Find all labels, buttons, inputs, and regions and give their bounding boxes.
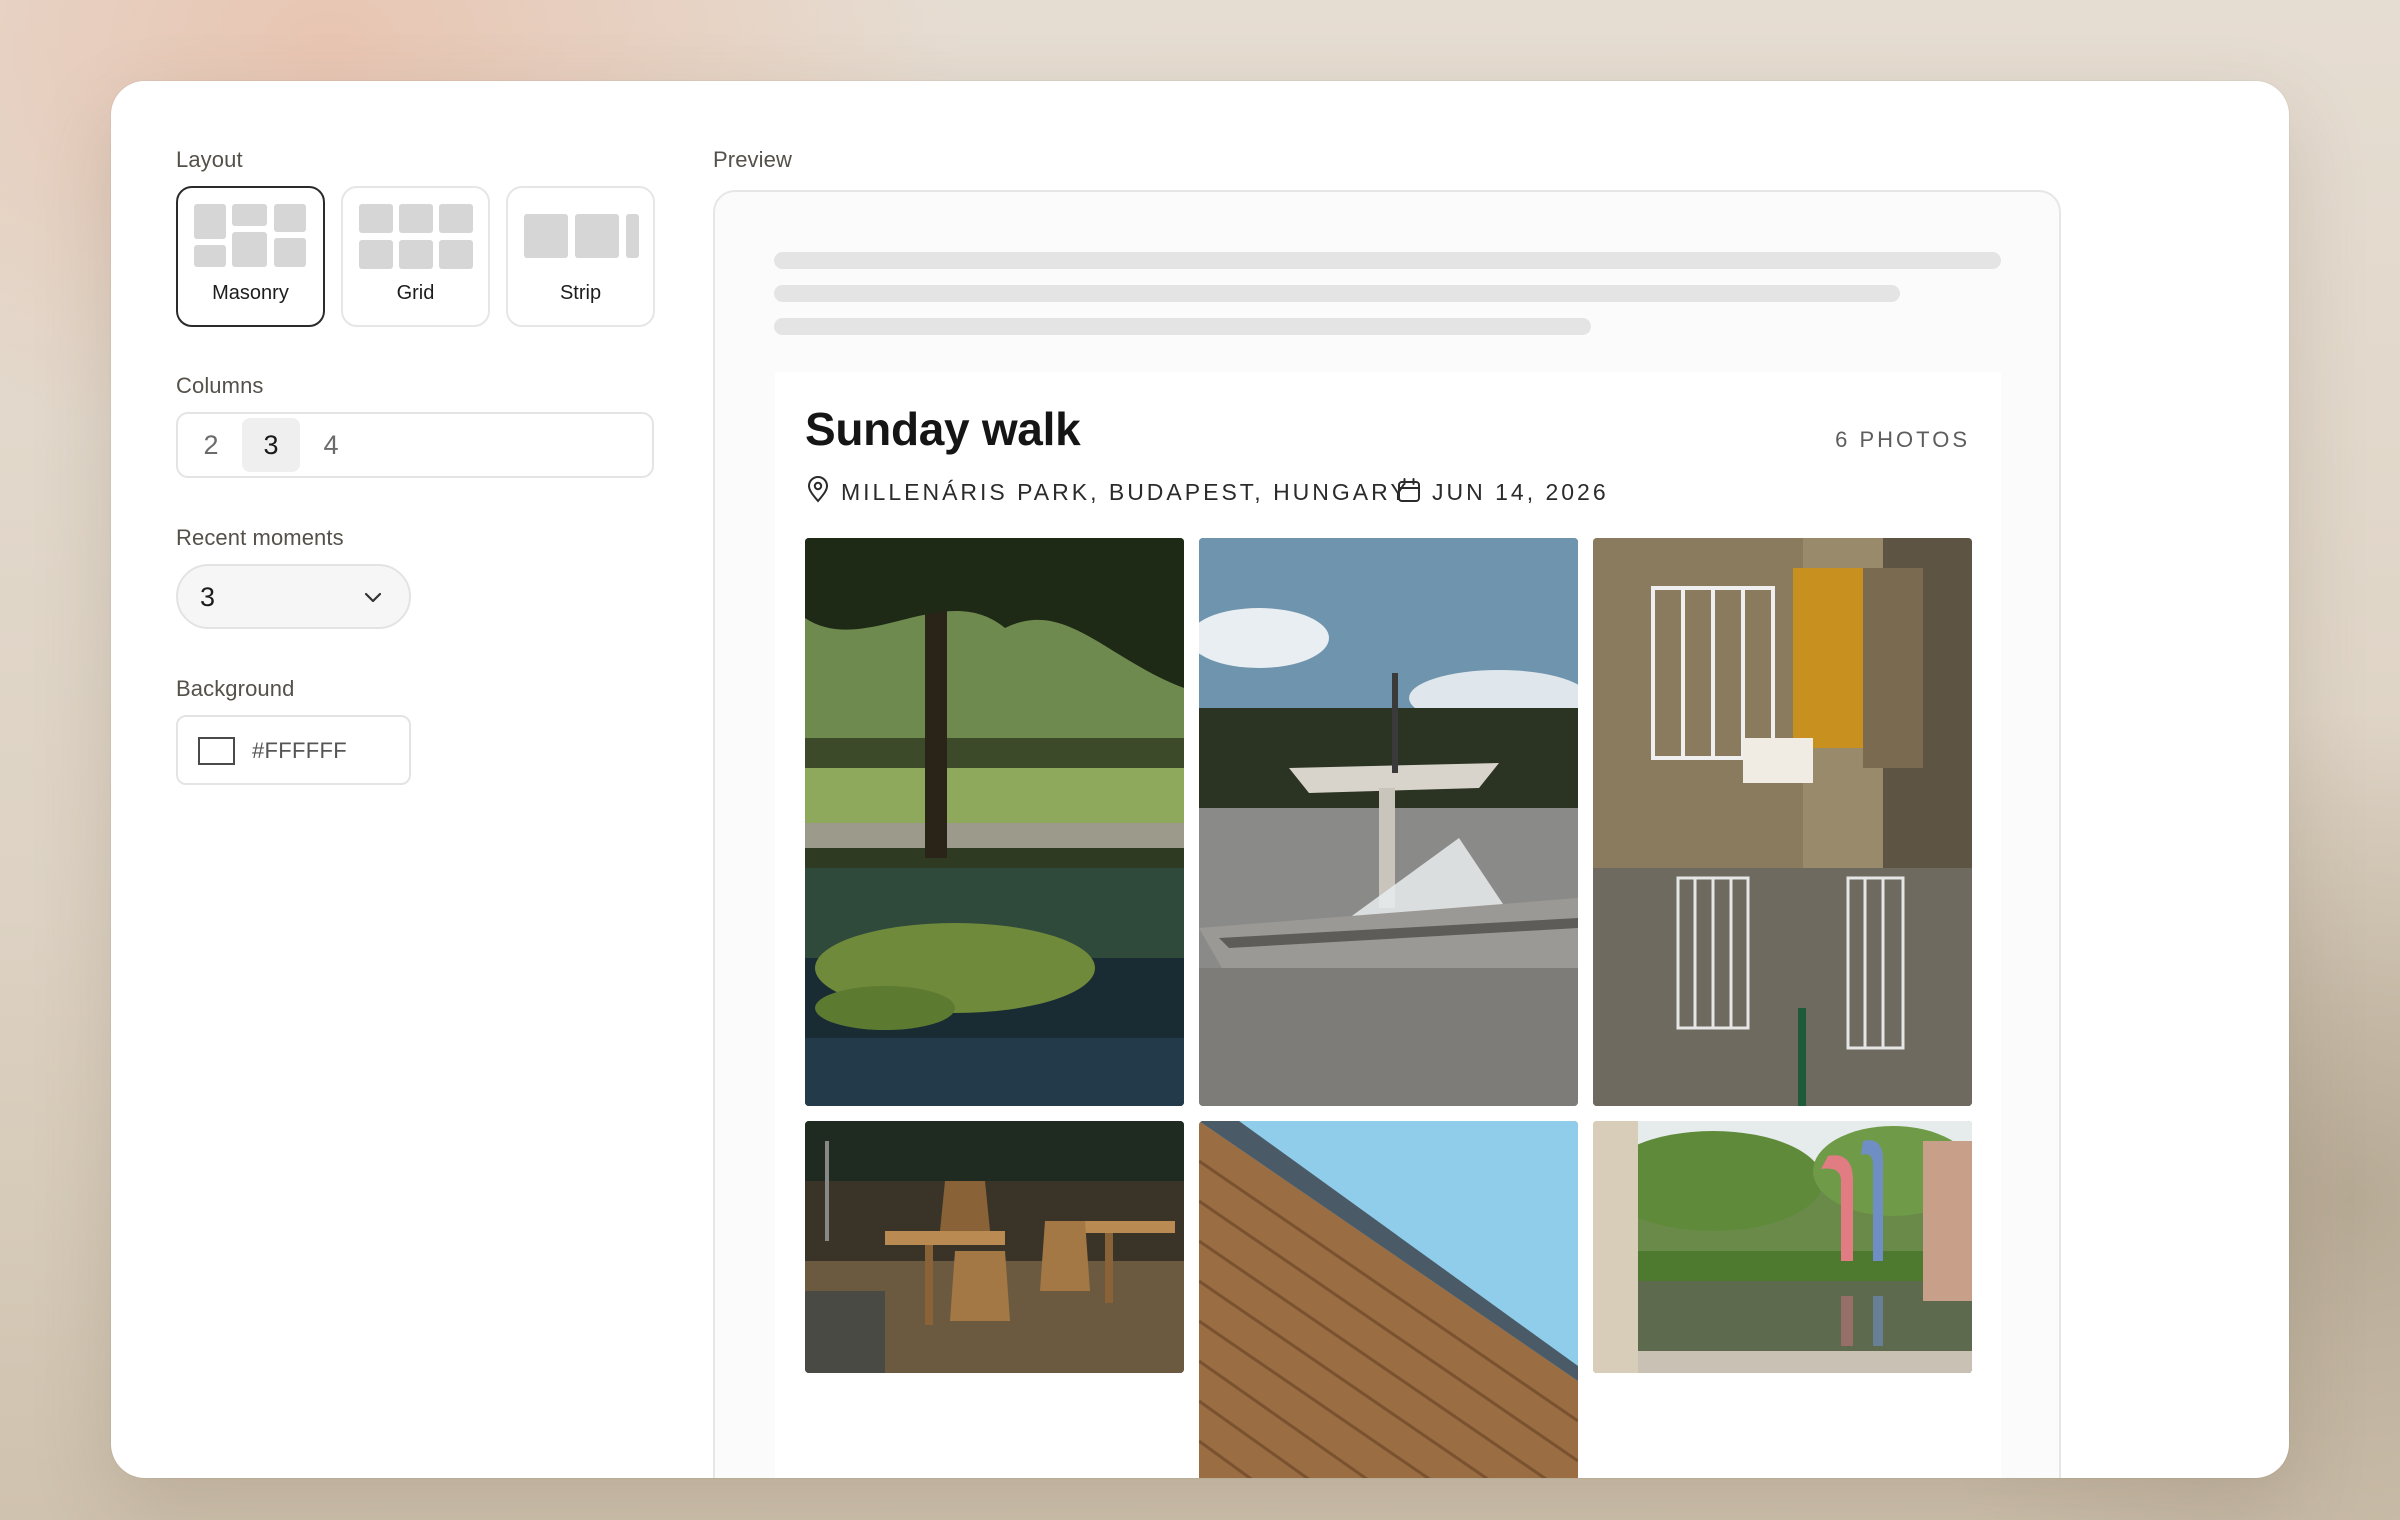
recent-moments-value: 3 (200, 582, 216, 612)
chevron-down-icon (364, 592, 382, 603)
photo-pond[interactable] (805, 538, 1184, 1106)
preview-label: Preview (713, 147, 792, 172)
color-swatch[interactable] (198, 737, 235, 765)
layout-option-label: Masonry (212, 282, 289, 304)
skeleton-line (774, 252, 2001, 269)
recent-moments-label: Recent moments (176, 525, 344, 550)
columns-option-2[interactable]: 2 (182, 418, 240, 472)
background-color-field[interactable]: #FFFFFF (176, 715, 411, 785)
columns-option-3[interactable]: 3 (242, 418, 300, 472)
card-location: MILLENÁRIS PARK, BUDAPEST, HUNGARY (841, 479, 1409, 505)
layout-option-grid[interactable]: Grid (341, 186, 490, 327)
layout-option-label: Grid (396, 282, 435, 304)
photo-fountain[interactable] (1199, 538, 1578, 1106)
photo-wood-facade[interactable] (1199, 1121, 1578, 1478)
layout-option-label: Strip (559, 282, 602, 304)
columns-segmented-control: 2 3 4 (176, 412, 654, 478)
moment-card: Sunday walk 6 PHOTOS MILLENÁRIS PARK, BU… (775, 372, 2001, 1478)
background-label: Background (176, 676, 295, 701)
photo-building-corner[interactable] (1593, 538, 1972, 1106)
card-date: JUN 14, 2026 (1432, 479, 1609, 505)
layout-label: Layout (176, 147, 243, 172)
card-title: Sunday walk (805, 403, 1081, 455)
columns-option-4[interactable]: 4 (302, 418, 360, 472)
skeleton-line (774, 318, 1591, 335)
calendar-icon (1398, 478, 1420, 502)
photo-count: 6 PHOTOS (1835, 427, 1970, 452)
layout-option-masonry[interactable]: Masonry (176, 186, 325, 327)
photo-colored-pipes[interactable] (1593, 1121, 1972, 1373)
preview-frame: Sunday walk 6 PHOTOS MILLENÁRIS PARK, BU… (713, 190, 2061, 1478)
background-hex-value: #FFFFFF (252, 738, 347, 763)
columns-label: Columns (176, 373, 264, 398)
map-pin-icon (807, 476, 829, 503)
photo-cafe-tables[interactable] (805, 1121, 1184, 1373)
layout-option-strip[interactable]: Strip (506, 186, 655, 327)
skeleton-line (774, 285, 1900, 302)
app-window: Layout Masonry Grid Strip Columns 2 3 4 … (111, 81, 2289, 1478)
recent-moments-select[interactable]: 3 (176, 564, 411, 629)
